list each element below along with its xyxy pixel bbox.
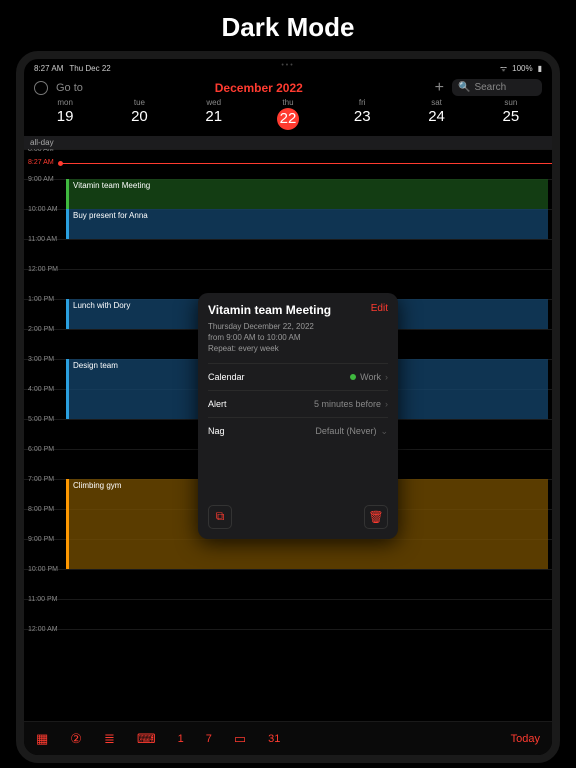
hour-label: 3:00 PM — [28, 356, 54, 363]
day-22[interactable]: thu22 — [251, 98, 325, 130]
hour-label: 6:00 PM — [28, 446, 54, 453]
day-of-week: wed — [177, 98, 251, 107]
header: Go to December 2022 + 🔍 Search — [24, 76, 552, 98]
row-value: Work — [360, 372, 381, 382]
day-of-week: sun — [474, 98, 548, 107]
day-25[interactable]: sun25 — [474, 98, 548, 130]
day-of-week: thu — [251, 98, 325, 107]
bottom-toolbar: ▦ ② ≣ ⌨ 1 7 ▭ 31 Today — [24, 721, 552, 755]
row-label: Calendar — [208, 372, 245, 382]
chevron-icon: ⌄ — [380, 426, 388, 437]
hour-label: 9:00 PM — [28, 536, 54, 543]
hour-label: 1:00 PM — [28, 296, 54, 303]
day-19[interactable]: mon19 — [28, 98, 102, 130]
search-icon: 🔍 — [458, 82, 470, 93]
toolbar-item-1[interactable]: ② — [70, 731, 82, 747]
search-placeholder: Search — [474, 82, 506, 93]
day-24[interactable]: sat24 — [399, 98, 473, 130]
day-number: 24 — [399, 108, 473, 125]
toolbar-item-5[interactable]: 7 — [206, 733, 212, 745]
hour-label: 12:00 PM — [28, 266, 58, 273]
event-block[interactable]: Buy present for Anna — [66, 209, 548, 239]
search-field[interactable]: 🔍 Search — [452, 79, 542, 96]
hour-label: 11:00 AM — [28, 236, 57, 243]
hour-label: 10:00 AM — [28, 206, 58, 213]
day-number: 20 — [102, 108, 176, 125]
copy-button[interactable]: ⧉ — [208, 505, 232, 529]
wifi-icon: ᯤ — [500, 63, 507, 74]
day-number: 21 — [177, 108, 251, 125]
toolbar-item-2[interactable]: ≣ — [104, 731, 115, 747]
popover-date: Thursday December 22, 2022 — [208, 321, 388, 332]
row-label: Nag — [208, 426, 225, 436]
toolbar-item-4[interactable]: 1 — [178, 733, 184, 745]
popover-row-alert[interactable]: Alert 5 minutes before › — [208, 390, 388, 417]
toolbar-item-0[interactable]: ▦ — [36, 731, 48, 747]
hour-label: 5:00 PM — [28, 416, 54, 423]
battery-percent: 100% — [512, 64, 532, 73]
week-days: mon19tue20wed21thu22fri23sat24sun25 — [24, 98, 552, 136]
allday-row: all-day — [24, 136, 552, 149]
row-value: Default (Never) — [315, 426, 376, 436]
hour-label: 7:00 PM — [28, 476, 54, 483]
status-date: Thu Dec 22 — [69, 64, 110, 73]
day-20[interactable]: tue20 — [102, 98, 176, 130]
popover-row-calendar[interactable]: Calendar Work › — [208, 363, 388, 390]
toolbar-item-3[interactable]: ⌨ — [137, 731, 156, 747]
day-of-week: sat — [399, 98, 473, 107]
hour-row: 11:00 AM — [24, 239, 552, 269]
status-time: 8:27 AM — [34, 64, 63, 73]
toolbar-item-7[interactable]: 31 — [268, 733, 280, 745]
hour-row: 12:00 AM — [24, 629, 552, 659]
day-21[interactable]: wed21 — [177, 98, 251, 130]
popover-time: from 9:00 AM to 10:00 AM — [208, 332, 388, 343]
row-value: 5 minutes before — [314, 399, 381, 409]
add-event-button[interactable]: + — [435, 80, 444, 96]
edit-button[interactable]: Edit — [371, 303, 388, 314]
hour-label: 12:00 AM — [28, 626, 58, 633]
hour-row: 11:00 PM — [24, 599, 552, 629]
popover-title: Vitamin team Meeting — [208, 303, 331, 317]
day-of-week: tue — [102, 98, 176, 107]
today-button[interactable]: Today — [511, 733, 540, 745]
popover-row-nag[interactable]: Nag Default (Never) ⌄ — [208, 417, 388, 445]
goto-button[interactable]: Go to — [56, 82, 83, 94]
delete-button[interactable]: 🗑 — [364, 505, 388, 529]
day-number: 22 — [277, 108, 299, 130]
toolbar-item-6[interactable]: ▭ — [234, 731, 246, 747]
hour-label: 8:00 PM — [28, 506, 54, 513]
row-label: Alert — [208, 399, 227, 409]
hour-label: 10:00 PM — [28, 566, 58, 573]
day-number: 25 — [474, 108, 548, 125]
day-23[interactable]: fri23 — [325, 98, 399, 130]
hour-label: 8:00 AM — [28, 149, 54, 153]
hour-label: 9:00 AM — [28, 176, 54, 183]
hour-label: 11:00 PM — [28, 596, 57, 603]
tablet-frame: ••• 8:27 AM Thu Dec 22 ᯤ 100% ▮ Go to De… — [16, 51, 560, 763]
battery-icon: ▮ — [538, 64, 542, 73]
now-indicator — [62, 163, 552, 164]
month-label[interactable]: December 2022 — [91, 81, 427, 95]
calendar-dot-icon — [350, 374, 356, 380]
clock-icon[interactable] — [34, 81, 48, 95]
page-title: Dark Mode — [0, 0, 576, 51]
day-of-week: fri — [325, 98, 399, 107]
hour-label: 4:00 PM — [28, 386, 54, 393]
popover-repeat: Repeat: every week — [208, 343, 388, 354]
event-block[interactable]: Vitamin team Meeting — [66, 179, 548, 209]
day-number: 23 — [325, 108, 399, 125]
day-of-week: mon — [28, 98, 102, 107]
hour-label: 2:00 PM — [28, 326, 54, 333]
now-label: 8:27 AM — [28, 159, 54, 166]
chevron-icon: › — [385, 399, 388, 409]
hour-row: 10:00 PM — [24, 569, 552, 599]
chevron-icon: › — [385, 372, 388, 382]
day-number: 19 — [28, 108, 102, 125]
hour-row: 8:00 AM — [24, 149, 552, 179]
tablet-notch: ••• — [281, 62, 294, 69]
event-popover: Vitamin team Meeting Edit Thursday Decem… — [198, 293, 398, 539]
